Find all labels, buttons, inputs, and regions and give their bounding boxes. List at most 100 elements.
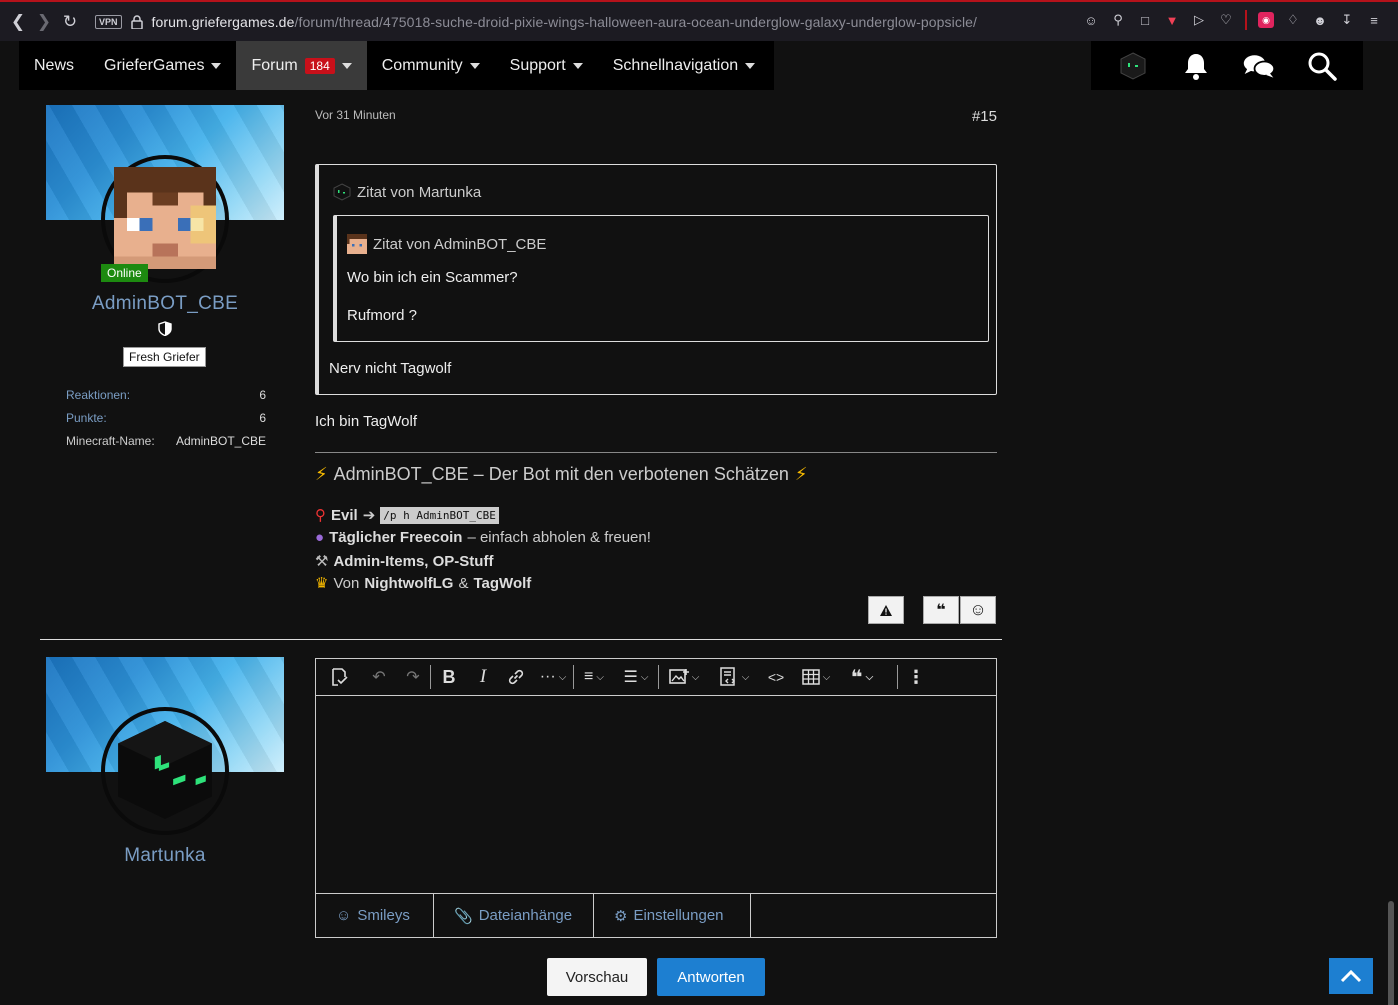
lightning-icon: ⚡ [315, 464, 328, 484]
heart-icon[interactable]: ♡ [1218, 12, 1234, 28]
image-upload-icon[interactable]: ⌵ [659, 659, 709, 696]
chevron-down-icon: ⌵ [865, 671, 874, 683]
quote-block: Zitat von Martunka Zitat von AdminBOT_CB… [315, 164, 997, 395]
vpn-badge[interactable]: VPN [95, 14, 122, 29]
stat-row: Punkte: 6 [66, 411, 266, 425]
smiley-icon: ☺ [969, 600, 987, 619]
shield-icon [158, 321, 172, 341]
back-icon[interactable]: ❮ [5, 9, 31, 35]
quote-header: Zitat von AdminBOT_CBE [347, 234, 546, 254]
bell-icon[interactable] [1179, 49, 1213, 83]
reaction-button[interactable]: ☺ [960, 596, 996, 624]
tab-attachments[interactable]: 📎 Dateianhänge [434, 894, 594, 937]
download-icon[interactable]: ↧ [1339, 12, 1355, 28]
scroll-to-top-button[interactable] [1329, 958, 1373, 994]
chevron-down-icon [469, 62, 480, 69]
link-icon[interactable] [499, 659, 533, 696]
preview-button[interactable]: Vorschau [547, 958, 647, 996]
list-icon[interactable]: ≡ ⌵ [574, 659, 614, 696]
notification-badge: 184 [304, 57, 335, 74]
italic-icon[interactable]: I [467, 659, 499, 696]
chevron-down-icon [341, 62, 352, 69]
signature-divider [315, 452, 997, 453]
pocket-icon[interactable]: ▼ [1164, 12, 1180, 28]
report-button[interactable] [868, 596, 904, 624]
signature-line: ♛ Von NightwolfLG & TagWolf [315, 574, 532, 593]
user-navigation [1091, 41, 1363, 90]
code-block-icon[interactable]: ⌵ [709, 659, 759, 696]
inline-code-icon[interactable]: <> [759, 659, 793, 696]
quote-header: Zitat von Martunka [333, 183, 481, 201]
online-badge: Online [101, 264, 148, 282]
user-avatar-icon[interactable] [1116, 49, 1150, 83]
stat-row: Reaktionen: 6 [66, 388, 266, 402]
submit-reply-button[interactable]: Antworten [657, 958, 765, 996]
tab-smileys[interactable]: ☺ Smileys [316, 894, 434, 937]
editor-toolbar: ↶ ↷ B I ··· ⌵ ≡ ⌵ ☰ ⌵ ⌵ ⌵ <> ⌵ ❝ ⌵ ⋮ [316, 659, 996, 696]
reload-icon[interactable]: ↻ [57, 9, 83, 35]
browser-toolbar: ❮ ❯ ↻ VPN forum.griefergames.de/forum/th… [0, 0, 1398, 41]
nav-schnellnavigation[interactable]: Schnellnavigation [598, 41, 770, 90]
quote-text: Wo bin ich ein Scammer? [347, 269, 518, 286]
inline-code: /p h AdminBOT_CBE [380, 506, 499, 524]
smiley-icon: ☺ [336, 907, 352, 924]
chevron-down-icon: ⌵ [558, 671, 567, 683]
screenshot-icon[interactable]: □ [1137, 12, 1153, 28]
thread-content: Online AdminBOT_CBE Fresh Griefer Reakti… [20, 90, 1020, 1005]
avatar[interactable] [114, 167, 216, 269]
post-time[interactable]: Vor 31 Minuten [315, 108, 997, 122]
pin-icon: ⚲ [315, 507, 326, 524]
chevron-down-icon: ⌵ [822, 671, 831, 683]
quote-icon[interactable]: ❝ ⌵ [839, 659, 885, 696]
extensions-icon[interactable]: ♢ [1285, 12, 1301, 28]
align-icon[interactable]: ☰ ⌵ [614, 659, 658, 696]
post-body: Vor 31 Minuten #15 Zitat von Martunka Zi… [315, 108, 997, 628]
redo-icon[interactable]: ↷ [396, 659, 430, 696]
chevron-down-icon: ⌵ [691, 671, 700, 683]
scrollbar-thumb[interactable] [1388, 901, 1394, 1005]
nav-griefergames[interactable]: GrieferGames [89, 41, 236, 90]
nav-community[interactable]: Community [367, 41, 495, 90]
nav-support[interactable]: Support [495, 41, 598, 90]
page-scrollbar[interactable] [1388, 41, 1394, 1005]
bold-icon[interactable]: B [431, 659, 467, 696]
tab-settings[interactable]: ⚙ Einstellungen [594, 894, 751, 937]
nav-news[interactable]: News [19, 41, 89, 90]
lightning-icon: ⚡ [794, 464, 808, 484]
paperclip-icon: 📎 [454, 907, 473, 925]
pin-icon[interactable]: ⚲ [1110, 12, 1126, 28]
crown-icon: ♛ [315, 575, 329, 592]
signature-line: ⚒ Admin-Items, OP-Stuff [315, 552, 494, 571]
reply-author-name[interactable]: Martunka [46, 845, 284, 867]
signature-line: ● Täglicher Freecoin – einfach abholen &… [315, 529, 651, 546]
undo-icon[interactable]: ↶ [362, 659, 396, 696]
menu-icon[interactable]: ≡ [1366, 12, 1382, 28]
search-icon[interactable] [1305, 49, 1339, 83]
user-stats: Reaktionen: 6 Punkte: 6 Minecraft-Name: Adm… [66, 388, 266, 457]
address-bar[interactable]: forum.griefergames.de/forum/thread/47501… [152, 14, 978, 30]
source-edit-icon[interactable] [316, 659, 362, 696]
nested-quote-block: Zitat von AdminBOT_CBE Wo bin ich ein Sc… [333, 215, 989, 342]
forward-icon[interactable]: ❯ [31, 9, 57, 35]
lock-icon[interactable] [130, 14, 144, 30]
post-separator [40, 639, 1002, 640]
chevron-down-icon: ⌵ [640, 671, 649, 683]
nav-forum[interactable]: Forum 184 [236, 41, 367, 90]
crystal-ball-icon: ● [315, 529, 325, 546]
post-number[interactable]: #15 [972, 108, 997, 125]
more-formatting-icon[interactable]: ··· ⌵ [533, 659, 573, 696]
more-vertical-icon[interactable]: ⋮ [898, 659, 934, 696]
avatar[interactable] [114, 719, 216, 821]
account-icon[interactable]: ☻ [1312, 12, 1328, 28]
quote-text: Nerv nicht Tagwolf [329, 360, 452, 377]
chat-icon[interactable] [1242, 49, 1276, 83]
table-icon[interactable]: ⌵ [793, 659, 839, 696]
quote-button[interactable]: ❝ [923, 596, 959, 624]
post-author-name[interactable]: AdminBOT_CBE [46, 293, 284, 315]
signature-title: ⚡ AdminBOT_CBE – Der Bot mit den verbote… [315, 464, 808, 484]
tools-icon: ⚒ [315, 553, 329, 570]
quote-avatar-icon [333, 183, 351, 201]
play-icon[interactable]: ▷ [1191, 12, 1207, 28]
emoji-icon[interactable]: ☺ [1083, 12, 1099, 28]
opera-icon[interactable]: ◉ [1258, 12, 1274, 28]
